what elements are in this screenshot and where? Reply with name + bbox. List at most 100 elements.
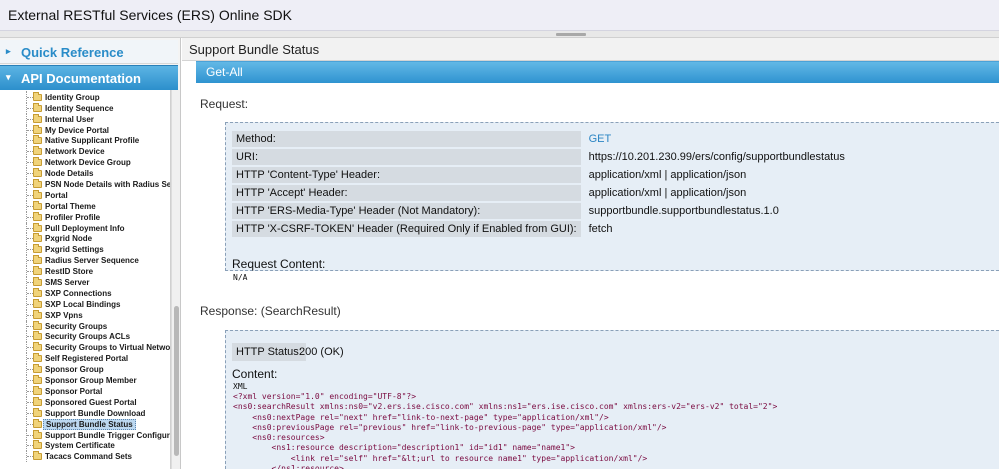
tree-item[interactable]: Network Device	[0, 146, 170, 158]
tree-item-label: Network Device Group	[45, 158, 131, 168]
tree-item[interactable]: Portal	[0, 189, 170, 201]
folder-icon	[33, 91, 42, 101]
folder-icon	[33, 407, 42, 417]
chevron-down-icon: ▾	[6, 72, 11, 82]
xml-line: <ns1:resource description="description1"…	[233, 443, 575, 453]
tree-item[interactable]: Sponsor Portal	[0, 385, 170, 397]
tree-item-label: Security Groups ACLs	[45, 332, 131, 342]
tree-item[interactable]: Radius Server Sequence	[0, 255, 170, 267]
tree-item[interactable]: Sponsored Guest Portal	[0, 396, 170, 408]
tree-item[interactable]: Internal User	[0, 113, 170, 125]
folder-icon	[33, 309, 42, 319]
tab-get-all-label: Get-All	[206, 65, 243, 79]
tree-item[interactable]: System Certificate	[0, 440, 170, 452]
request-row: URI: https://10.201.230.99/ers/config/sup…	[232, 149, 849, 165]
request-row-value: application/xml | application/json	[588, 187, 747, 199]
tree-item[interactable]: Identity Group	[0, 91, 170, 103]
tree-item-label: Tacacs Command Sets	[45, 452, 132, 462]
tree-scrollbar[interactable]	[171, 90, 180, 469]
folder-icon	[33, 233, 42, 243]
folder-icon	[33, 189, 42, 199]
tree-item-label: Sponsor Group Member	[45, 376, 137, 386]
tree-item[interactable]: Security Groups ACLs	[0, 331, 170, 343]
tree-item-label: Internal User	[45, 114, 94, 124]
left-navigation-pane: ▸ Quick Reference ▾ API Documentation IS…	[0, 38, 181, 469]
folder-icon	[33, 429, 42, 439]
request-box: Method: GET URI: https://10.201.230.99/ers/…	[225, 122, 999, 282]
tree-item[interactable]: Pxgrid Node	[0, 233, 170, 245]
app-window: External RESTful Services (ERS) Online S…	[0, 0, 999, 469]
tree-item-label: ISE Service Information	[45, 90, 135, 91]
folder-icon	[33, 451, 42, 461]
tree-item-label: Radius Server Sequence	[45, 256, 139, 266]
accordion-api-documentation[interactable]: ▾ API Documentation	[0, 65, 178, 90]
tree-item-label: Support Bundle Download	[45, 408, 146, 418]
tree-item-label: SXP Local Bindings	[45, 299, 121, 309]
tree-item[interactable]: SMS Server	[0, 277, 170, 288]
request-row: HTTP 'ERS-Media-Type' Header (Not Mandat…	[232, 203, 849, 219]
horizontal-splitter[interactable]	[0, 31, 999, 38]
tree-item-label: Identity Group	[45, 92, 100, 102]
tree-item[interactable]: Native Supplicant Profile	[0, 135, 170, 147]
folder-icon	[33, 113, 42, 123]
tree-item[interactable]: Pull Deployment Info	[0, 222, 170, 234]
tree-item-label: Support Bundle Status	[43, 418, 136, 430]
tree-item-label: Pxgrid Node	[45, 234, 93, 244]
accordion-quick-reference[interactable]: ▸ Quick Reference	[0, 40, 178, 64]
splitter-grip[interactable]	[556, 33, 586, 36]
tree-item[interactable]: Sponsor Group Member	[0, 375, 170, 386]
tree-item[interactable]: RestID Store	[0, 266, 170, 278]
folder-icon	[33, 385, 42, 395]
tree-item[interactable]: Support Bundle Download	[0, 407, 170, 419]
tree-item-label: SMS Server	[45, 278, 90, 288]
folder-icon	[33, 320, 42, 330]
request-row-key: HTTP 'Content-Type' Header:	[232, 167, 581, 183]
tree-item-label: PSN Node Details with Radius Ser	[45, 180, 171, 190]
tree-item[interactable]: Security Groups to Virtual Netwo	[0, 342, 170, 354]
request-row-value: application/xml | application/json	[588, 169, 747, 181]
tree-item[interactable]: Sponsor Group	[0, 364, 170, 376]
xml-line: <ns0:nextPage rel="next" href="link-to-n…	[233, 412, 609, 422]
tree-item[interactable]: PSN Node Details with Radius Ser	[0, 179, 171, 190]
tree-item[interactable]: Tacacs Command Sets	[0, 451, 170, 463]
tree-item[interactable]: Identity Sequence	[0, 102, 170, 114]
folder-icon	[33, 331, 42, 341]
tree-item[interactable]: My Device Portal	[0, 124, 170, 136]
tree-item[interactable]: Self Registered Portal	[0, 353, 170, 365]
tree-item[interactable]: Pxgrid Settings	[0, 244, 170, 256]
tree-item[interactable]: Profiler Profile	[0, 211, 170, 223]
xml-line: </ns1:resource>	[233, 464, 344, 469]
tree-item-label: Sponsor Group	[45, 365, 104, 375]
window-title: External RESTful Services (ERS) Online S…	[8, 7, 292, 23]
tab-get-all[interactable]: Get-All	[196, 61, 999, 83]
tree-item-label: Network Device	[45, 147, 105, 157]
xml-line: <ns0:searchResult xmlns:ns0="v2.ers.ise.…	[233, 402, 778, 412]
tree-list: ISE Service InformationIdentity GroupIde…	[0, 90, 171, 463]
tree-item[interactable]: Portal Theme	[0, 200, 170, 212]
tree-item[interactable]: Network Device Group	[0, 157, 170, 169]
tree-item-label: Support Bundle Trigger Configura	[45, 430, 171, 440]
tree-item-label: SXP Connections	[45, 288, 112, 298]
xml-line: <ns0:previousPage rel="previous" href="l…	[233, 422, 667, 432]
folder-icon	[33, 342, 42, 352]
xml-line: <?xml version="1.0" encoding="UTF-8"?>	[233, 392, 417, 401]
folder-icon	[33, 222, 42, 232]
tree-item[interactable]: Support Bundle Status	[0, 418, 170, 430]
request-row-value[interactable]: GET	[581, 131, 849, 147]
http-status-key: HTTP Status:	[232, 343, 306, 361]
tree-item[interactable]: Security Groups	[0, 320, 170, 332]
folder-icon	[33, 179, 42, 189]
scrollbar-thumb[interactable]	[174, 306, 179, 456]
folder-icon	[33, 157, 42, 167]
tree-item[interactable]: SXP Local Bindings	[0, 298, 170, 310]
request-row-key: HTTP 'X-CSRF-TOKEN' Header (Required Onl…	[232, 221, 581, 237]
tree-item[interactable]: SXP Connections	[0, 287, 170, 299]
tree-item[interactable]: Node Details	[0, 168, 170, 180]
tree-item-label: Sponsor Portal	[45, 386, 103, 396]
tree-item[interactable]: SXP Vpns	[0, 309, 170, 321]
tree-item-label: Portal	[45, 190, 68, 200]
accordion-api-documentation-label: API Documentation	[21, 71, 141, 86]
tree-item[interactable]: Support Bundle Trigger Configura	[0, 429, 171, 441]
folder-icon	[33, 135, 42, 145]
request-row-key: Method:	[232, 131, 581, 147]
